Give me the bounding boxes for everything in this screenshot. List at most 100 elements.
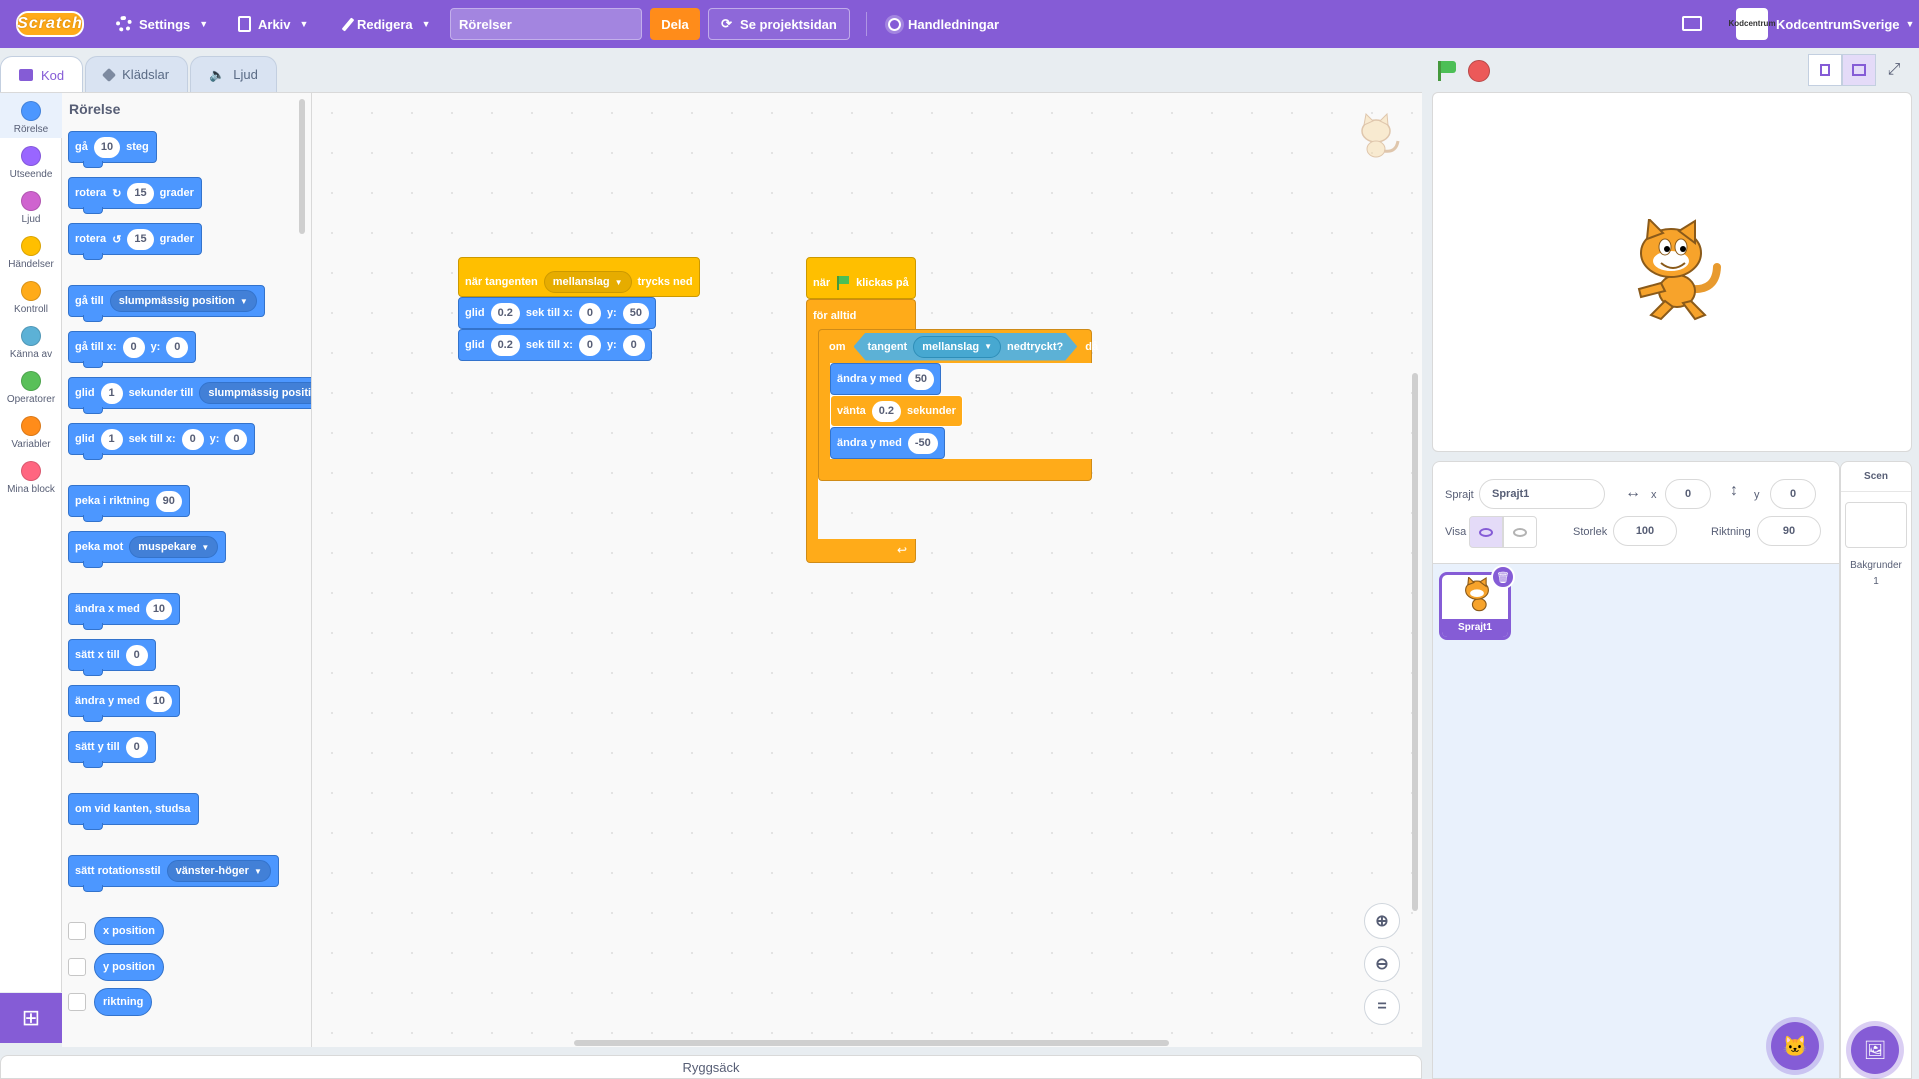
backpack[interactable]: Ryggsäck <box>0 1055 1422 1079</box>
block-input[interactable]: 0 <box>125 736 148 758</box>
block-set-x[interactable]: sätt x till 0 <box>68 639 156 676</box>
choose-sprite-button[interactable]: 🐱 <box>1771 1022 1819 1070</box>
block-glide-to[interactable]: glid 1 sekunder till slumpmässig positio… <box>68 377 311 414</box>
if-block[interactable]: om tangent mellanslag ▼ nedtryckt? då <box>818 329 1098 363</box>
delete-sprite-button[interactable]: 🗑 <box>1491 565 1515 589</box>
block-input[interactable]: 0.2 <box>490 302 520 324</box>
block-input[interactable]: 0 <box>181 428 204 450</box>
block-goto-xy[interactable]: gå till x: 0 y: 0 <box>68 331 197 368</box>
zoom-out-button[interactable]: ⊖ <box>1364 946 1400 982</box>
block-input[interactable]: 50 <box>907 368 935 390</box>
block-goto[interactable]: gå till slumpmässig position ▼ <box>68 285 265 322</box>
block-input[interactable]: 0 <box>225 428 248 450</box>
see-project-button[interactable]: ⟳ Se projektsidan <box>708 8 850 40</box>
block-input[interactable]: 1 <box>100 428 123 450</box>
block-rotation-style[interactable]: sätt rotationsstil vänster-höger ▼ <box>68 855 279 892</box>
direction-input[interactable]: 90 <box>1757 516 1821 546</box>
choose-backdrop-button[interactable]: 🖼 <box>1851 1026 1899 1074</box>
category-my-blocks[interactable]: Mina block <box>0 453 62 498</box>
block-input[interactable]: 0 <box>622 334 645 356</box>
block-change-y[interactable]: ändra y med -50 <box>830 427 945 459</box>
share-button[interactable]: Dela <box>650 8 700 40</box>
zoom-in-button[interactable]: ⊕ <box>1364 903 1400 939</box>
category-variables[interactable]: Variabler <box>0 408 62 453</box>
block-dropdown[interactable]: vänster-höger ▼ <box>166 860 271 882</box>
block-input[interactable]: 10 <box>93 136 121 158</box>
block-glide-xy[interactable]: glid 1 sek till x: 0 y: 0 <box>68 423 256 460</box>
block-dropdown[interactable]: mellanslag ▼ <box>543 271 632 293</box>
project-title-input[interactable] <box>450 8 642 40</box>
category-looks[interactable]: Utseende <box>0 138 62 183</box>
file-menu[interactable]: Arkiv ▼ <box>238 0 308 48</box>
block-input[interactable]: 1 <box>100 382 123 404</box>
block-input[interactable]: 0 <box>578 302 601 324</box>
script-workspace[interactable]: när tangenten mellanslag ▼ trycks ned gli… <box>312 92 1422 1047</box>
hat-when-key-pressed[interactable]: när tangenten mellanslag ▼ trycks ned <box>458 257 700 297</box>
hide-sprite-button[interactable] <box>1503 516 1537 548</box>
block-change-x[interactable]: ändra x med 10 <box>68 593 181 630</box>
block-input[interactable]: 15 <box>127 228 154 250</box>
small-stage-button[interactable] <box>1808 54 1842 86</box>
show-sprite-button[interactable] <box>1469 516 1503 548</box>
edit-menu[interactable]: Redigera ▼ <box>341 0 431 48</box>
stage[interactable] <box>1432 92 1912 452</box>
block-glide-xy[interactable]: glid 0.2 sek till x: 0 y: 0 <box>458 329 652 361</box>
block-input[interactable]: 0.2 <box>871 400 902 422</box>
category-sensing[interactable]: Känna av <box>0 318 62 363</box>
workspace-vertical-scrollbar[interactable] <box>1412 373 1418 911</box>
block-input[interactable]: -50 <box>907 432 938 454</box>
reporter-direction[interactable]: riktning <box>94 988 153 1016</box>
forever-block[interactable]: för alltid <box>806 299 916 333</box>
account-menu[interactable]: KodcentrumSverige ▼ <box>1776 0 1914 48</box>
block-input[interactable]: 0 <box>166 336 189 358</box>
block-point-direction[interactable]: peka i riktning 90 <box>68 485 190 522</box>
zoom-reset-button[interactable]: = <box>1364 989 1400 1025</box>
hat-when-flag-clicked[interactable]: när klickas på <box>806 257 916 299</box>
category-operators[interactable]: Operatorer <box>0 363 62 408</box>
block-wait[interactable]: vänta 0.2 sekunder <box>830 395 963 427</box>
sprite-name-input[interactable]: Sprajt1 <box>1479 479 1605 509</box>
checkbox-y-position[interactable] <box>68 958 86 976</box>
block-bounce[interactable]: om vid kanten, studsa <box>68 793 199 830</box>
add-extension-button[interactable]: ⊞ <box>0 993 62 1043</box>
tab-code[interactable]: Kod <box>0 56 84 93</box>
checkbox-direction[interactable] <box>68 993 86 1011</box>
workspace-horizontal-scrollbar[interactable] <box>574 1040 1169 1046</box>
stage-target-pane[interactable]: Scen Bakgrunder 1 🖼 <box>1840 461 1912 1079</box>
y-input[interactable]: 0 <box>1770 479 1816 509</box>
checkbox-x-position[interactable] <box>68 922 86 940</box>
category-sound[interactable]: Ljud <box>0 183 62 228</box>
block-input[interactable]: 0 <box>122 336 145 358</box>
category-motion[interactable]: Rörelse <box>0 93 62 138</box>
block-set-y[interactable]: sätt y till 0 <box>68 731 156 768</box>
block-glide-xy[interactable]: glid 0.2 sek till x: 0 y: 50 <box>458 297 656 329</box>
block-input[interactable]: 0 <box>578 334 601 356</box>
block-input[interactable]: 15 <box>127 182 154 204</box>
block-input[interactable]: 90 <box>155 490 182 512</box>
green-flag-button[interactable] <box>1436 60 1458 82</box>
fullscreen-button[interactable]: ⤢ <box>1877 54 1911 86</box>
category-control[interactable]: Kontroll <box>0 273 62 318</box>
block-change-y[interactable]: ändra y med 50 <box>830 363 942 395</box>
size-input[interactable]: 100 <box>1613 516 1677 546</box>
block-input[interactable]: 0 <box>125 644 148 666</box>
block-point-towards[interactable]: peka mot muspekare ▼ <box>68 531 227 568</box>
user-avatar[interactable]: Kodcentrum <box>1728 8 1776 40</box>
settings-menu[interactable]: Settings ▼ <box>116 0 208 48</box>
key-pressed-condition[interactable]: tangent mellanslag ▼ nedtryckt? <box>854 333 1078 361</box>
block-dropdown[interactable]: muspekare ▼ <box>129 536 219 558</box>
x-input[interactable]: 0 <box>1665 479 1711 509</box>
tutorials-button[interactable]: Handledningar <box>888 0 999 48</box>
block-dropdown[interactable]: slumpmässig position ▼ <box>109 290 257 312</box>
tab-costumes[interactable]: Klädslar <box>85 56 189 92</box>
stage-thumbnail[interactable] <box>1845 502 1907 548</box>
block-move[interactable]: gå 10 steg <box>68 131 157 168</box>
block-dropdown[interactable]: mellanslag ▼ <box>913 336 1001 358</box>
scratch-logo[interactable]: Scratch <box>16 11 84 37</box>
large-stage-button[interactable] <box>1842 54 1876 86</box>
tab-sounds[interactable]: 🔈 Ljud <box>190 56 277 92</box>
stop-button[interactable] <box>1468 60 1490 82</box>
block-dropdown[interactable]: slumpmässig position <box>199 382 311 404</box>
block-change-y[interactable]: ändra y med 10 <box>68 685 181 722</box>
block-input[interactable]: 10 <box>145 598 173 620</box>
